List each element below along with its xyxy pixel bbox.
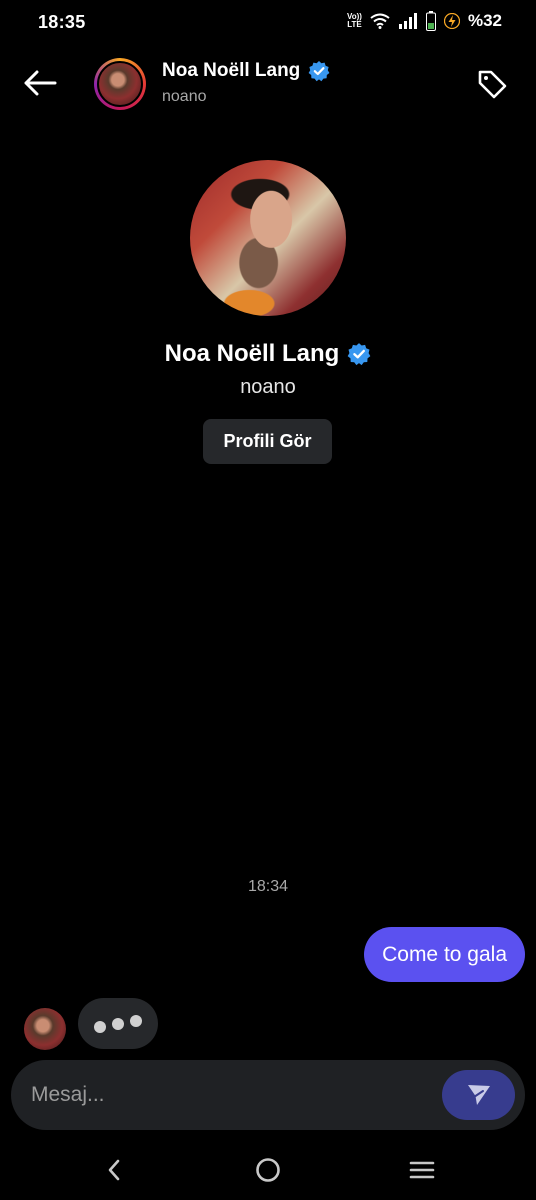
message-composer: [11, 1060, 525, 1130]
nav-back-button[interactable]: [94, 1155, 134, 1185]
header-title[interactable]: Noa Noëll Lang: [162, 60, 330, 82]
header-name: Noa Noëll Lang: [162, 60, 301, 81]
menu-icon: [409, 1161, 435, 1179]
battery-percent: %32: [467, 11, 502, 30]
arrow-left-icon: [24, 70, 57, 96]
verified-badge-icon: [308, 61, 330, 82]
nav-recents-button[interactable]: [402, 1155, 442, 1185]
sender-avatar[interactable]: [24, 1008, 66, 1050]
volte-icon: Vo)) LTE: [347, 13, 362, 29]
outgoing-message-bubble[interactable]: Come to gala: [364, 927, 525, 982]
status-icons: Vo)) LTE %32: [347, 11, 502, 31]
back-button[interactable]: [18, 66, 62, 100]
wifi-icon: [370, 13, 390, 29]
send-button[interactable]: [442, 1070, 515, 1120]
home-circle-icon: [256, 1158, 280, 1182]
typing-dot: [112, 1017, 124, 1030]
profile-username: noano: [240, 376, 296, 398]
nav-home-button[interactable]: [248, 1155, 288, 1185]
signal-icon: [398, 13, 418, 29]
profile-avatar[interactable]: [190, 160, 346, 316]
send-icon: [467, 1085, 490, 1105]
header-username: noano: [162, 88, 207, 105]
chevron-left-icon: [108, 1159, 120, 1181]
typing-dot: [94, 1020, 106, 1033]
chat-header: Noa Noëll Lang noano: [0, 52, 536, 116]
typing-indicator: [78, 998, 158, 1049]
typing-dot: [130, 1014, 142, 1027]
tag-icon: [478, 70, 507, 99]
outgoing-message-text: Come to gala: [382, 942, 507, 966]
verified-badge-icon: [347, 343, 371, 366]
profile-name: Noa Noëll Lang: [164, 340, 340, 367]
message-input[interactable]: [31, 1060, 431, 1130]
system-nav-bar: [0, 1145, 536, 1200]
view-profile-button[interactable]: Profili Gör: [203, 419, 332, 464]
tag-button[interactable]: [474, 66, 510, 102]
header-avatar[interactable]: [94, 58, 146, 110]
status-bar: 18:35 Vo)) LTE %32: [0, 0, 536, 46]
status-time: 18:35: [38, 12, 86, 32]
message-timestamp: 18:34: [247, 878, 289, 895]
battery-icon: [425, 11, 436, 31]
profile-title: Noa Noëll Lang: [0, 340, 536, 368]
charging-bolt-icon: [443, 13, 460, 29]
volte-bottom-label: LTE: [347, 20, 362, 29]
